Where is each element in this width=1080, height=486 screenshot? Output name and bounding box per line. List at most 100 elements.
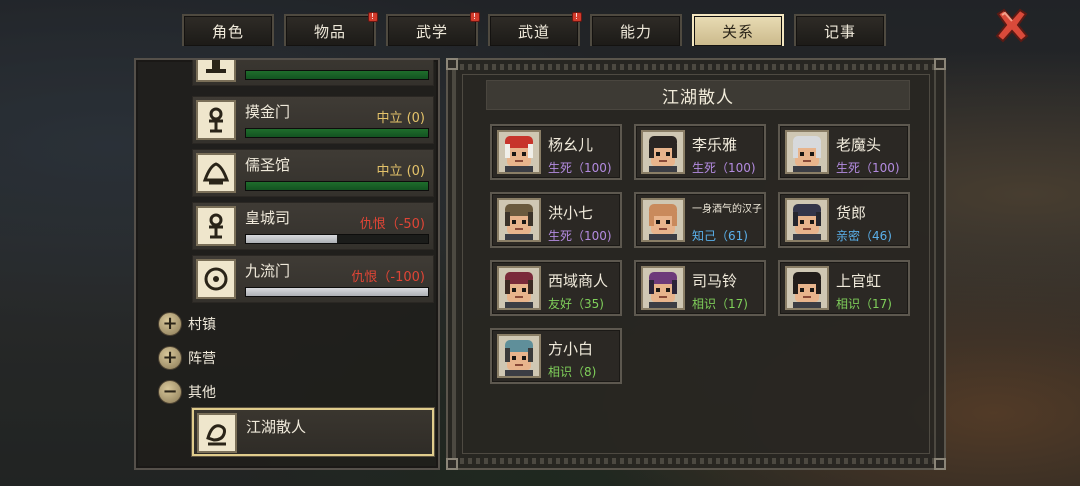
category-label: 村镇 <box>188 317 216 333</box>
tab-label: 关系 <box>721 22 754 41</box>
npc-name: 杨幺儿 <box>548 136 594 154</box>
tab-bar: 角色 物品! 武学! 武道! 能力 关系 记事 <box>182 12 886 46</box>
npc-card[interactable]: 西域商人友好（35) <box>490 260 622 316</box>
npc-name: 司马铃 <box>692 272 738 290</box>
expand-icon[interactable]: + <box>158 312 182 336</box>
npc-card[interactable]: 方小白相识（8) <box>490 328 622 384</box>
npc-portrait-icon <box>641 266 685 310</box>
faction-status: 仇恨（-50) <box>359 217 425 232</box>
reputation-bar <box>245 181 429 191</box>
tab-label: 武学 <box>415 22 448 41</box>
faction-name: 江湖散人 <box>246 418 307 436</box>
notification-badge: ! <box>572 12 582 22</box>
npc-name: 洪小七 <box>548 204 594 222</box>
faction-row-selected[interactable]: 江湖散人 <box>192 408 434 456</box>
npc-name: 方小白 <box>548 340 594 358</box>
npc-portrait-icon <box>641 198 685 242</box>
npc-card[interactable]: 一身酒气的汉子 知己（61) <box>634 192 766 248</box>
npc-relation: 知己（61) <box>692 229 748 243</box>
close-button[interactable] <box>992 6 1032 46</box>
emblem-icon <box>196 206 236 246</box>
npc-card[interactable]: 司马铃相识（17) <box>634 260 766 316</box>
tab-martial-arts[interactable]: 武学! <box>386 12 480 46</box>
faction-status: 中立 (0) <box>376 111 425 126</box>
faction-status: 仇恨（-100) <box>351 270 425 285</box>
npc-portrait-icon <box>497 266 541 310</box>
corner-ornament <box>446 58 458 70</box>
npc-portrait-icon <box>641 130 685 174</box>
tab-journal[interactable]: 记事 <box>794 14 886 46</box>
faction-name: 摸金门 <box>245 103 291 121</box>
tab-martial-way[interactable]: 武道! <box>488 12 582 46</box>
npc-name: 一身酒气的汉子 <box>692 204 762 215</box>
faction-status: 中立 (0) <box>376 164 425 179</box>
faction-name: 九流门 <box>245 262 291 280</box>
npc-relation: 亲密（46) <box>836 229 892 243</box>
npc-relation: 相识（17) <box>836 297 892 311</box>
reputation-bar <box>245 70 429 80</box>
npc-relation: 相识（8) <box>548 365 597 379</box>
npc-relation: 生死（100) <box>836 161 900 175</box>
faction-name: 皇城司 <box>245 209 291 227</box>
panel-title: 江湖散人 <box>486 80 910 110</box>
category-camp[interactable]: + 阵营 <box>158 346 216 370</box>
faction-row-jiuliumen[interactable]: 九流门 仇恨（-100) <box>192 255 434 303</box>
npc-relation: 友好（35) <box>548 297 604 311</box>
faction-list-panel[interactable]: 摸金门 中立 (0) 儒圣馆 中立 (0) 皇城司 仇恨（-50) 九流门 仇恨… <box>134 58 440 470</box>
npc-portrait-icon <box>785 130 829 174</box>
category-other[interactable]: − 其他 <box>158 380 216 404</box>
category-label: 其他 <box>188 385 216 401</box>
npc-portrait-icon <box>497 198 541 242</box>
npc-card[interactable]: 老魔头生死（100) <box>778 124 910 180</box>
tab-label: 物品 <box>313 22 346 41</box>
npc-card[interactable]: 李乐雅生死（100) <box>634 124 766 180</box>
reputation-bar <box>245 128 429 138</box>
tab-label: 能力 <box>619 22 652 41</box>
npc-card[interactable]: 杨幺儿生死（100) <box>490 124 622 180</box>
npc-portrait-icon <box>497 334 541 378</box>
emblem-icon <box>196 100 236 140</box>
category-village[interactable]: + 村镇 <box>158 312 216 336</box>
npc-name: 货郎 <box>836 204 867 222</box>
npc-name: 李乐雅 <box>692 136 738 154</box>
tab-items[interactable]: 物品! <box>284 12 378 46</box>
faction-row-huangchengsi[interactable]: 皇城司 仇恨（-50) <box>192 202 434 250</box>
corner-ornament <box>934 458 946 470</box>
faction-name: 儒圣馆 <box>245 156 291 174</box>
faction-row-rushengguan[interactable]: 儒圣馆 中立 (0) <box>192 149 434 197</box>
npc-relation: 生死（100) <box>548 229 612 243</box>
npc-name: 老魔头 <box>836 136 882 154</box>
npc-name: 上官虹 <box>836 272 882 290</box>
npc-relation: 生死（100) <box>548 161 612 175</box>
npc-portrait-icon <box>785 198 829 242</box>
faction-row-mojinmen[interactable]: 摸金门 中立 (0) <box>192 96 434 144</box>
category-label: 阵营 <box>188 351 216 367</box>
corner-ornament <box>934 58 946 70</box>
notification-badge: ! <box>368 12 378 22</box>
npc-name: 西域商人 <box>548 272 609 290</box>
tab-label: 记事 <box>823 22 856 41</box>
npc-card[interactable]: 上官虹相识（17) <box>778 260 910 316</box>
tab-relations[interactable]: 关系 <box>692 14 784 46</box>
notification-badge: ! <box>470 12 480 22</box>
npc-card[interactable]: 洪小七生死（100) <box>490 192 622 248</box>
npc-relation: 生死（100) <box>692 161 756 175</box>
scroll-emblem-icon <box>196 153 236 193</box>
npc-relation: 相识（17) <box>692 297 748 311</box>
tab-label: 角色 <box>211 22 244 41</box>
wanderer-emblem-icon <box>197 413 237 453</box>
collapse-icon[interactable]: − <box>158 380 182 404</box>
emblem-icon <box>196 60 236 82</box>
circle-emblem-icon <box>196 259 236 299</box>
tab-label: 武道 <box>517 22 550 41</box>
reputation-bar <box>245 234 429 244</box>
expand-icon[interactable]: + <box>158 346 182 370</box>
corner-ornament <box>446 458 458 470</box>
reputation-bar <box>245 287 429 297</box>
faction-row[interactable] <box>192 60 434 86</box>
npc-portrait-icon <box>785 266 829 310</box>
tab-abilities[interactable]: 能力 <box>590 14 682 46</box>
npc-card[interactable]: 货郎亲密（46) <box>778 192 910 248</box>
npc-portrait-icon <box>497 130 541 174</box>
tab-character[interactable]: 角色 <box>182 14 274 46</box>
